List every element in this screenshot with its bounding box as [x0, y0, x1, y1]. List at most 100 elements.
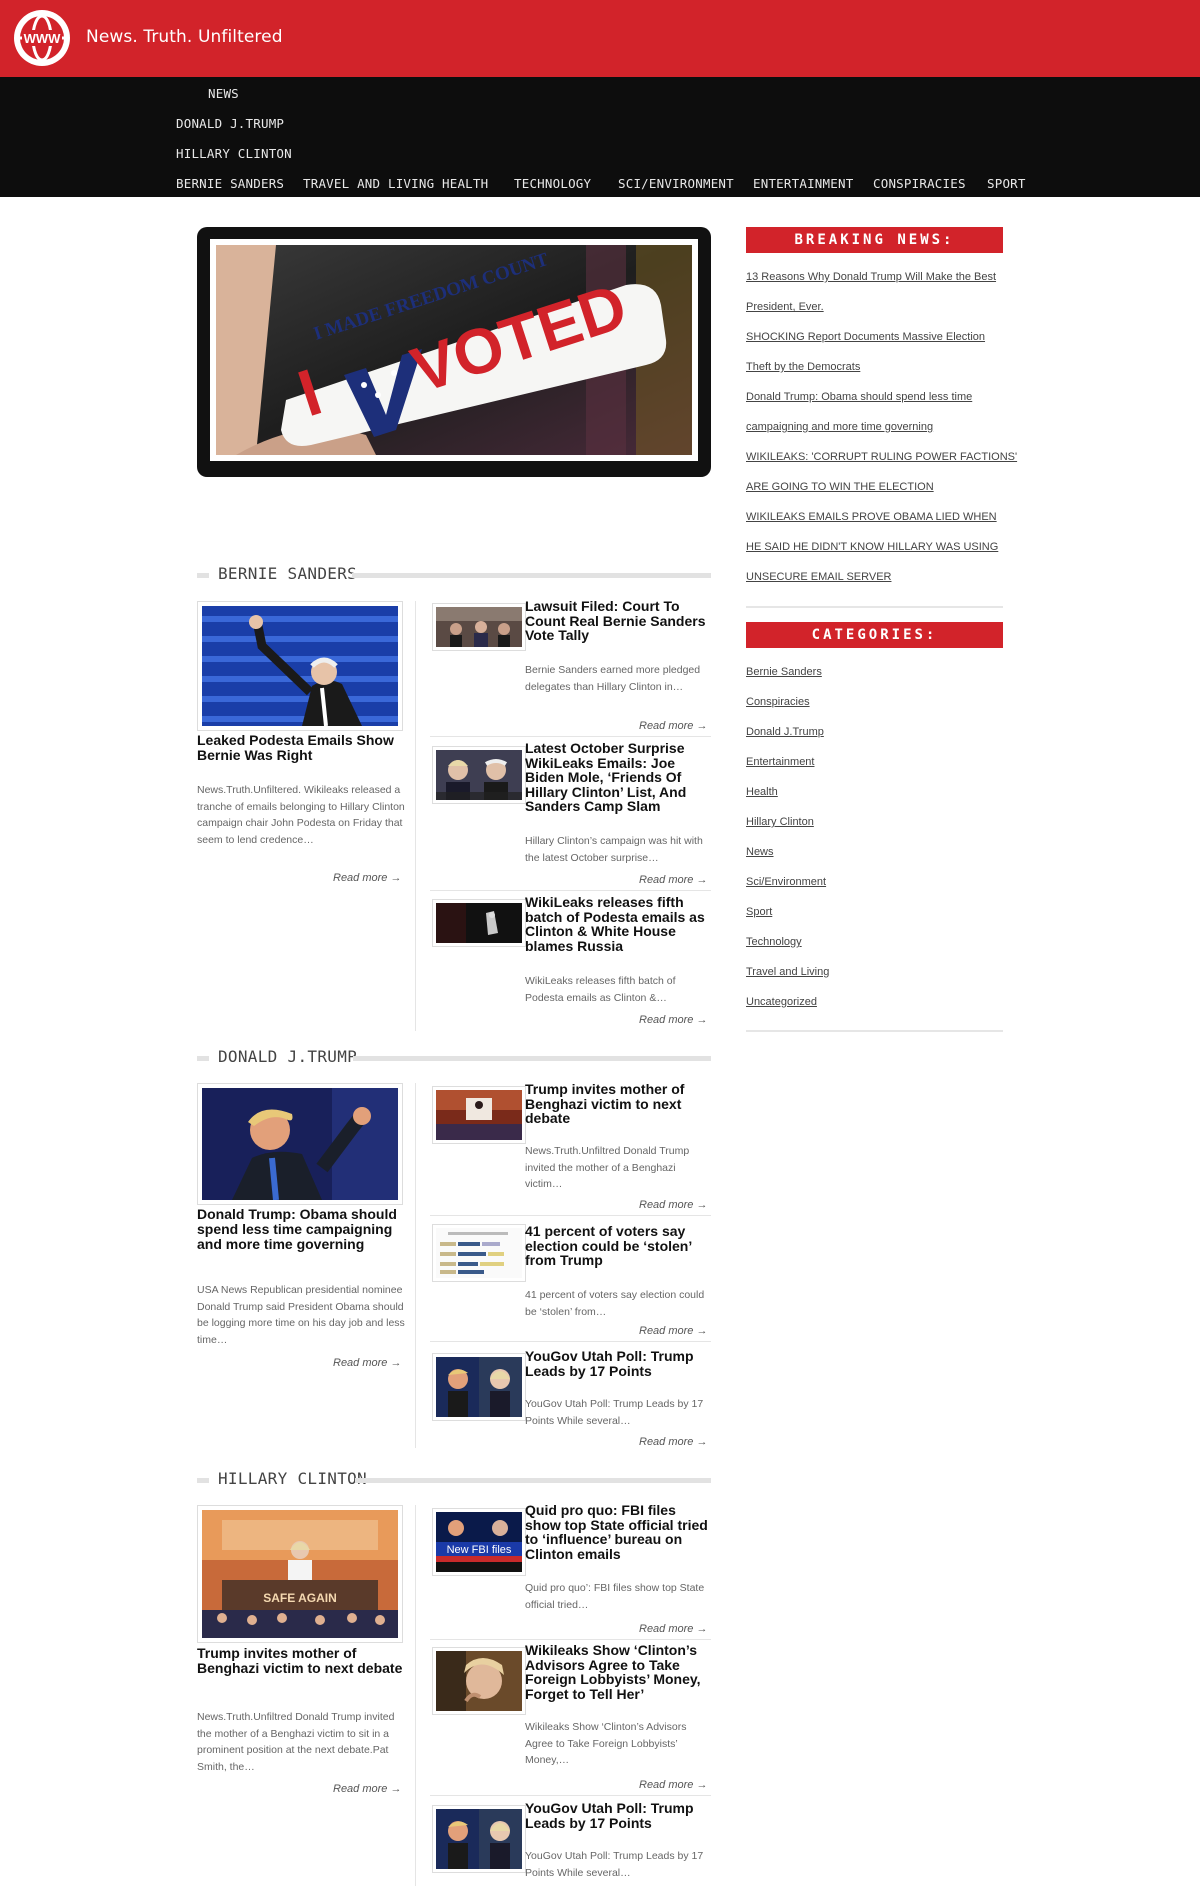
- section-title[interactable]: HILLARY CLINTON: [218, 1469, 367, 1488]
- featured-title[interactable]: Donald Trump: Obama should spend less ti…: [197, 1207, 409, 1252]
- article-title[interactable]: Quid pro quo: FBI files show top State o…: [525, 1503, 711, 1561]
- article-title[interactable]: Latest October Surprise WikiLeaks Emails…: [525, 741, 711, 814]
- article-excerpt: Hillary Clinton’s campaign was hit with …: [525, 835, 703, 864]
- site-header: WWW News. Truth. Unfiltered: [0, 0, 1200, 77]
- nav-item-sci-environment[interactable]: SCI/ENVIRONMENT: [618, 176, 734, 191]
- category-link-entertainment[interactable]: Entertainment: [746, 756, 1016, 768]
- nav-item-hillary-clinton[interactable]: HILLARY CLINTON: [176, 146, 292, 161]
- article-divider: [430, 1639, 711, 1640]
- read-more-link[interactable]: Read more →: [639, 720, 707, 732]
- category-link-travel-and-living[interactable]: Travel and Living: [746, 966, 1016, 978]
- article-title[interactable]: YouGov Utah Poll: Trump Leads by 17 Poin…: [525, 1801, 711, 1830]
- wikileaks-photo: [436, 903, 522, 943]
- category-link-news[interactable]: News: [746, 846, 1016, 858]
- heading-rule: [352, 573, 711, 578]
- logo-text: WWW: [24, 31, 62, 46]
- article-thumb[interactable]: [432, 603, 526, 651]
- breaking-news-link[interactable]: Donald Trump: Obama should spend less ti…: [746, 391, 1016, 403]
- article-thumb[interactable]: [432, 1353, 526, 1421]
- news-chyron-text: New FBI files: [447, 1544, 512, 1556]
- category-link-bernie-sanders[interactable]: Bernie Sanders: [746, 666, 1016, 678]
- section-title[interactable]: BERNIE SANDERS: [218, 564, 357, 583]
- breaking-news-link[interactable]: 13 Reasons Why Donald Trump Will Make th…: [746, 271, 1016, 283]
- article-title[interactable]: Lawsuit Filed: Court To Count Real Berni…: [525, 599, 711, 643]
- article-excerpt: YouGov Utah Poll: Trump Leads by 17 Poin…: [525, 1850, 704, 1879]
- section-title[interactable]: DONALD J.TRUMP: [218, 1047, 357, 1066]
- category-link-hillary-clinton[interactable]: Hillary Clinton: [746, 816, 1016, 828]
- read-more-link[interactable]: Read more →: [639, 1199, 707, 1211]
- hero-image[interactable]: I MADE FREEDOM COUNT I VOTED: [216, 245, 692, 455]
- article-thumb[interactable]: [432, 1647, 526, 1715]
- nav-item-travel-and-living[interactable]: TRAVEL AND LIVING: [303, 176, 434, 191]
- breaking-news-link[interactable]: campaigning and more time governing: [746, 421, 1016, 433]
- nav-item-entertainment[interactable]: ENTERTAINMENT: [753, 176, 853, 191]
- breaking-news-link[interactable]: Theft by the Democrats: [746, 361, 1016, 373]
- site-title[interactable]: News. Truth. Unfiltered: [86, 27, 283, 47]
- category-link-sci-environment[interactable]: Sci/Environment: [746, 876, 1016, 888]
- article-title[interactable]: Wikileaks Show ‘Clinton’s Advisors Agree…: [525, 1643, 711, 1701]
- article-divider: [430, 890, 711, 891]
- article-title[interactable]: Trump invites mother of Benghazi victim …: [525, 1082, 711, 1126]
- read-more-link[interactable]: Read more →: [639, 1436, 707, 1448]
- read-more-link[interactable]: Read more →: [333, 1783, 401, 1795]
- category-link-technology[interactable]: Technology: [746, 936, 1016, 948]
- nav-item-donald-trump[interactable]: DONALD J.TRUMP: [176, 116, 284, 131]
- nav-item-health[interactable]: HEALTH: [442, 176, 488, 191]
- featured-thumb[interactable]: SAFE AGAIN: [197, 1505, 403, 1643]
- category-link-sport[interactable]: Sport: [746, 906, 1016, 918]
- sidebar-separator: [746, 606, 1003, 608]
- category-link-donald-trump[interactable]: Donald J.Trump: [746, 726, 1016, 738]
- nav-item-technology[interactable]: TECHNOLOGY: [514, 176, 591, 191]
- breaking-news-link[interactable]: President, Ever.: [746, 301, 1016, 313]
- section-heading-hillary-clinton: HILLARY CLINTON: [197, 1469, 711, 1489]
- read-more-link[interactable]: Read more →: [639, 1325, 707, 1337]
- featured-thumb[interactable]: [197, 601, 403, 731]
- read-more-link[interactable]: Read more →: [639, 1623, 707, 1635]
- article-thumb[interactable]: [432, 1086, 526, 1144]
- breaking-news-link[interactable]: WIKILEAKS: 'CORRUPT RULING POWER FACTION…: [746, 451, 1017, 463]
- article-excerpt: News.Truth.Unfiltred Donald Trump invite…: [525, 1145, 690, 1190]
- category-link-uncategorized[interactable]: Uncategorized: [746, 996, 1016, 1008]
- nav-item-conspiracies[interactable]: CONSPIRACIES: [873, 176, 966, 191]
- breaking-news-link[interactable]: ARE GOING TO WIN THE ELECTION: [746, 481, 1016, 493]
- article-divider: [430, 736, 711, 737]
- featured-excerpt: News.Truth.Unfiltred Donald Trump invite…: [197, 1711, 395, 1773]
- article-excerpt: Bernie Sanders earned more pledged deleg…: [525, 664, 701, 693]
- article-title[interactable]: 41 percent of voters say election could …: [525, 1224, 711, 1268]
- heading-dash: [197, 573, 209, 578]
- article-title[interactable]: WikiLeaks releases fifth batch of Podest…: [525, 895, 711, 953]
- nav-item-bernie-sanders[interactable]: BERNIE SANDERS: [176, 176, 284, 191]
- donald-trump-photo: [202, 1088, 398, 1201]
- convention-stage-photo: SAFE AGAIN: [202, 1510, 398, 1638]
- read-more-link[interactable]: Read more →: [639, 1014, 707, 1026]
- nav-item-sport[interactable]: SPORT: [987, 176, 1026, 191]
- article-title[interactable]: YouGov Utah Poll: Trump Leads by 17 Poin…: [525, 1349, 711, 1378]
- category-link-health[interactable]: Health: [746, 786, 1016, 798]
- featured-thumb[interactable]: [197, 1083, 403, 1205]
- courtroom-photo: [436, 607, 522, 647]
- breaking-news-link[interactable]: HE SAID HE DIDN'T KNOW HILLARY WAS USING: [746, 541, 1016, 553]
- read-more-link[interactable]: Read more →: [639, 1779, 707, 1791]
- globe-logo-icon[interactable]: WWW: [10, 8, 74, 68]
- article-thumb[interactable]: New FBI files: [432, 1508, 526, 1576]
- article-excerpt: Wikileaks Show ‘Clinton’s Advisors Agree…: [525, 1721, 687, 1766]
- hero-frame: I MADE FREEDOM COUNT I VOTED: [210, 239, 698, 461]
- breaking-news-link[interactable]: SHOCKING Report Documents Massive Electi…: [746, 331, 1016, 343]
- read-more-link[interactable]: Read more →: [639, 874, 707, 886]
- sidebar-separator: [746, 1030, 1003, 1032]
- column-divider: [415, 1505, 416, 1886]
- article-thumb[interactable]: [432, 1805, 526, 1873]
- breaking-news-link[interactable]: WIKILEAKS EMAILS PROVE OBAMA LIED WHEN: [746, 511, 1016, 523]
- breaking-news-link[interactable]: UNSECURE EMAIL SERVER: [746, 571, 1016, 583]
- stage-banner-text: SAFE AGAIN: [263, 1591, 337, 1605]
- hero-slider[interactable]: I MADE FREEDOM COUNT I VOTED: [197, 227, 711, 477]
- article-thumb[interactable]: [432, 899, 526, 947]
- featured-title[interactable]: Leaked Podesta Emails Show Bernie Was Ri…: [197, 733, 409, 763]
- featured-title[interactable]: Trump invites mother of Benghazi victim …: [197, 1646, 409, 1676]
- nav-item-news[interactable]: NEWS: [208, 86, 239, 101]
- read-more-link[interactable]: Read more →: [333, 872, 401, 884]
- article-thumb[interactable]: [432, 746, 526, 804]
- category-link-conspiracies[interactable]: Conspiracies: [746, 696, 1016, 708]
- article-thumb[interactable]: [432, 1224, 526, 1282]
- read-more-link[interactable]: Read more →: [333, 1357, 401, 1369]
